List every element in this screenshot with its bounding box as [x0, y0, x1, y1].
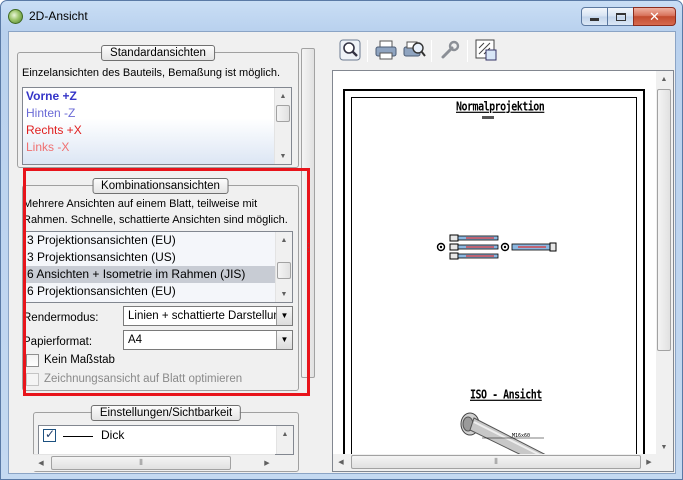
- list-item[interactable]: Links -X: [23, 139, 291, 156]
- projection-views: [436, 234, 557, 260]
- list-item[interactable]: Rechts +X: [23, 122, 291, 139]
- window-title: 2D-Ansicht: [29, 9, 88, 23]
- iso-dim-label: M16x60: [512, 433, 530, 439]
- drawing-sheet-border: Normalprojektion ISO - Ansicht M16x60: [343, 89, 645, 455]
- minimize-button[interactable]: [581, 7, 608, 26]
- export-button[interactable]: [473, 37, 499, 63]
- settings-scrollbar[interactable]: ▲: [276, 426, 293, 454]
- highlight-frame: [23, 168, 310, 396]
- maximize-button[interactable]: [607, 7, 634, 26]
- scroll-thumb[interactable]: ⦀: [351, 455, 641, 469]
- scroll-thumb[interactable]: ⦀: [51, 456, 231, 470]
- scroll-thumb[interactable]: [276, 105, 290, 122]
- scroll-down-icon[interactable]: ▼: [656, 439, 672, 455]
- standard-views-list[interactable]: Vorne +Z Hinten -Z Rechts +X Links -X ▲ …: [22, 87, 292, 165]
- caption-buttons: ✕: [581, 7, 676, 26]
- settings-title: Einstellungen/Sichtbarkeit: [90, 405, 242, 421]
- app-window: 2D-Ansicht ✕ Standardansichten Einzelans…: [0, 0, 683, 480]
- standard-views-description: Einzelansichten des Bauteils, Bemaßung i…: [22, 67, 281, 79]
- scroll-down-icon[interactable]: ▼: [275, 148, 291, 164]
- scroll-thumb[interactable]: [657, 89, 671, 351]
- zoom-button[interactable]: [337, 37, 363, 63]
- standard-views-group: Standardansichten Einzelansichten des Ba…: [17, 45, 299, 168]
- line-sample: [63, 436, 93, 437]
- print-button[interactable]: [373, 37, 399, 63]
- viewer-vscrollbar[interactable]: ▲ ▼: [656, 71, 673, 455]
- print-preview-button[interactable]: [401, 37, 427, 63]
- list-item[interactable]: Vorne +Z: [23, 88, 291, 105]
- scroll-right-icon[interactable]: ▶: [259, 455, 275, 471]
- projection-title: Normalprojektion: [456, 100, 545, 115]
- standard-views-title: Standardansichten: [101, 45, 215, 61]
- close-icon: ✕: [649, 8, 660, 24]
- drawing-canvas: Normalprojektion ISO - Ansicht M16x60: [333, 71, 657, 455]
- toolbar-separator: [367, 40, 368, 62]
- viewer-toolbar: [329, 34, 507, 68]
- scroll-up-icon[interactable]: ▲: [656, 71, 672, 87]
- scroll-left-icon[interactable]: ◀: [333, 454, 349, 470]
- wrench-icon: [441, 40, 460, 59]
- scroll-up-icon[interactable]: ▲: [275, 88, 291, 104]
- maximize-icon: [615, 12, 626, 21]
- print-icon: [375, 40, 397, 60]
- scroll-corner: [656, 454, 673, 471]
- standard-views-scrollbar[interactable]: ▲ ▼: [274, 88, 291, 164]
- zoom-icon: [339, 39, 361, 61]
- toolbar-separator: [431, 40, 432, 62]
- iso-title: ISO - Ansicht: [470, 388, 542, 403]
- settings-tool-button[interactable]: [437, 37, 463, 63]
- print-preview-icon: [403, 41, 426, 57]
- drawing-viewer[interactable]: Normalprojektion ISO - Ansicht M16x60 ▲ …: [332, 70, 674, 472]
- scroll-left-icon[interactable]: ◀: [33, 455, 49, 471]
- iso-bolt: M16x60: [460, 412, 548, 455]
- splitter-grip[interactable]: · · ·: [307, 240, 311, 256]
- scroll-up-icon[interactable]: ▲: [277, 426, 293, 442]
- toolbar-separator: [467, 40, 468, 62]
- dick-label: Dick: [101, 428, 125, 442]
- export-icon: [475, 39, 497, 61]
- dick-checkbox[interactable]: [43, 427, 56, 442]
- settings-hscrollbar[interactable]: ◀ ⦀ ▶: [33, 454, 275, 471]
- client-area: Standardansichten Einzelansichten des Ba…: [8, 31, 676, 474]
- minimize-icon: [590, 18, 599, 21]
- scroll-right-icon[interactable]: ▶: [641, 454, 657, 470]
- viewer-hscrollbar[interactable]: ◀ ⦀ ▶: [333, 454, 657, 471]
- close-button[interactable]: ✕: [633, 7, 676, 26]
- title-bar[interactable]: 2D-Ansicht ✕: [1, 1, 682, 31]
- settings-list[interactable]: Dick ▲: [38, 425, 294, 455]
- drawing-sheet-inner: Normalprojektion ISO - Ansicht M16x60: [351, 97, 637, 455]
- scale-mark: [482, 116, 494, 119]
- app-icon: [8, 9, 23, 24]
- list-item[interactable]: Hinten -Z: [23, 105, 291, 122]
